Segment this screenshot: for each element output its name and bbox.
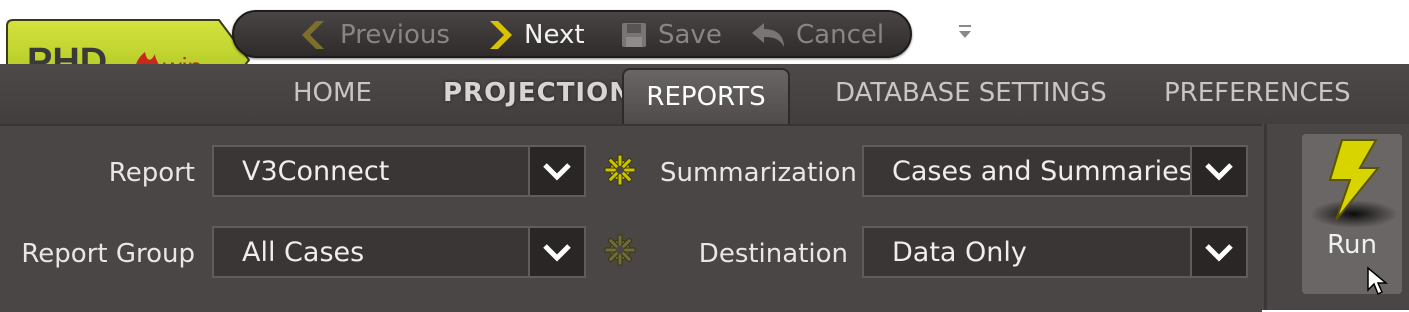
chevron-down-icon[interactable]: [528, 147, 584, 195]
tab-preferences[interactable]: PREFERENCES: [1164, 78, 1351, 108]
undo-arrow-icon: [752, 23, 784, 47]
save-button[interactable]: Save: [620, 18, 722, 52]
previous-label: Previous: [340, 20, 450, 50]
mouse-cursor-icon: [1367, 266, 1388, 296]
tab-reports-label: REPORTS: [646, 82, 766, 112]
report-label: Report: [108, 158, 195, 188]
next-button[interactable]: Next: [484, 18, 585, 52]
chevron-right-icon: [490, 21, 512, 49]
previous-button[interactable]: Previous: [300, 18, 450, 52]
destination-label: Destination: [698, 239, 848, 269]
cancel-label: Cancel: [796, 20, 885, 50]
quick-access-toolbar: Previous Next Save Cancel: [232, 10, 912, 58]
save-label: Save: [658, 20, 722, 50]
report-dropdown[interactable]: V3Connect: [212, 145, 586, 197]
report-group-value: All Cases: [242, 237, 365, 268]
chevron-down-icon[interactable]: [528, 228, 584, 276]
lightning-bolt-icon: [1310, 139, 1398, 228]
report-group-label: Report Group: [21, 239, 195, 269]
destination-dropdown[interactable]: Data Only: [862, 226, 1248, 278]
report-group-dropdown[interactable]: All Cases: [212, 226, 586, 278]
summarization-dropdown[interactable]: Cases and Summaries: [862, 145, 1248, 197]
report-settings-gear-icon[interactable]: [603, 153, 637, 187]
destination-value: Data Only: [892, 237, 1027, 268]
tab-projections[interactable]: PROJECTIONS: [443, 78, 652, 108]
run-label: Run: [1327, 230, 1377, 260]
chevron-down-icon[interactable]: [1190, 147, 1246, 195]
floppy-disk-icon: [622, 23, 646, 47]
chevron-left-icon: [302, 21, 324, 49]
cancel-button[interactable]: Cancel: [750, 18, 884, 52]
chevron-down-icon[interactable]: [1190, 228, 1246, 276]
next-label: Next: [524, 20, 585, 50]
report-value: V3Connect: [242, 156, 390, 187]
tab-database-settings[interactable]: DATABASE SETTINGS: [835, 78, 1107, 108]
customize-toolbar-icon[interactable]: [955, 22, 975, 42]
summarization-label: Summarization: [660, 158, 857, 188]
tab-home[interactable]: HOME: [293, 78, 372, 108]
report-group-settings-gear-icon: [603, 233, 637, 267]
summarization-value: Cases and Summaries: [892, 156, 1193, 187]
tab-reports[interactable]: REPORTS: [622, 68, 790, 126]
